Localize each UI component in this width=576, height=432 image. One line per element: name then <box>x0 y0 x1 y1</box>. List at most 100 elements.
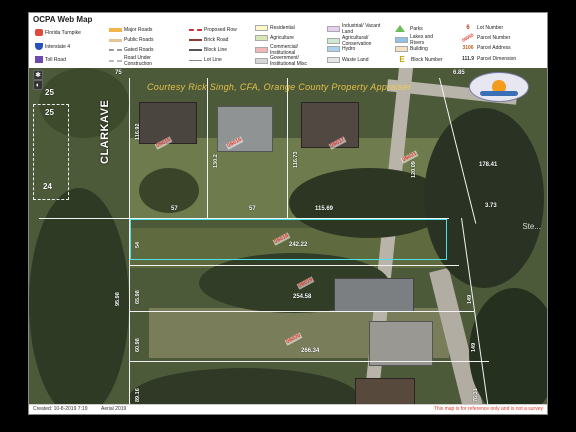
legend-item-parcel-dimension: 111.9 Parcel Dimension <box>461 56 516 62</box>
map-tool-button[interactable]: ◐ <box>33 80 43 90</box>
legend-label: Lot Line <box>204 57 222 63</box>
legend-label: Lakes and Rivers <box>410 34 434 46</box>
seal-wave-icon <box>480 91 518 96</box>
vertical-dimension-label: 60.98 <box>135 338 141 352</box>
lot-line <box>129 265 459 266</box>
vertical-dimension-label: 54 <box>135 241 141 248</box>
vertical-dimension-label: 95.98 <box>115 292 121 306</box>
left-lot-label: 25 <box>45 88 54 97</box>
vertical-dimension-label: 130.2 <box>213 154 219 168</box>
interstate-shield-icon <box>35 43 43 50</box>
left-lot-label: 25 <box>45 108 54 117</box>
legend-label: Government/ Institutional Misc <box>270 55 307 67</box>
legend-label: Waste Land <box>342 57 369 63</box>
dimension-label: 57 <box>171 206 178 212</box>
public-road-line-icon <box>109 38 122 42</box>
legend-item-block-number: E Block Number <box>395 55 443 64</box>
legend-label: Parks <box>410 25 423 32</box>
building-swatch-icon <box>395 46 408 52</box>
lake-swatch-icon <box>395 37 408 43</box>
proposed-row-line-icon <box>189 29 202 31</box>
property-appraiser-seal <box>469 72 529 102</box>
vertical-dimension-label: 116.92 <box>135 123 141 140</box>
house-roof <box>334 278 414 312</box>
legend-item-gated-roads: Gated Roads <box>109 47 153 53</box>
aerial-map[interactable]: Courtesy Rick Singh, CFA, Orange County … <box>29 68 547 414</box>
dimension-label: 115.69 <box>315 206 334 212</box>
legend-item-government: Government/ Institutional Misc <box>255 55 314 67</box>
legend-item-parks: Parks <box>395 25 423 32</box>
parcel-address-sample: 3106 <box>462 45 474 51</box>
legend-label: Residential <box>270 25 295 31</box>
legend-label: Interstate 4 <box>45 43 71 50</box>
legend-label: Proposed Row <box>204 27 237 33</box>
toll-road-icon <box>35 56 43 63</box>
dimension-label: 3.73 <box>485 203 497 209</box>
legend-label: Agriculture <box>270 35 294 41</box>
legend-item-public-roads: Public Roads <box>109 37 153 43</box>
legend-item-residential: Residential <box>255 25 295 31</box>
vertical-dimension-label: 65.98 <box>135 290 141 304</box>
legend-label: Lot Number <box>477 25 504 31</box>
legend-item-lot-line: Lot Line <box>189 57 222 63</box>
street-name-label: CLARKAVE <box>99 99 111 164</box>
tree-canopy <box>139 168 199 213</box>
legend-item-building: Building <box>395 46 428 52</box>
legend-label: Block Line <box>204 47 228 53</box>
map-legend: OCPA Web Map Florida Turnpike Interstate… <box>29 13 547 69</box>
house-roof <box>369 321 433 366</box>
block-line-icon <box>189 49 202 51</box>
legend-label: Parcel Dimension <box>477 56 517 62</box>
stellar-watermark: Ste... <box>522 222 541 231</box>
legend-label: Building <box>410 46 428 52</box>
dimension-label: 6.85 <box>453 70 465 76</box>
lot-line <box>129 361 489 362</box>
residential-swatch-icon <box>255 25 268 31</box>
legend-title: OCPA Web Map <box>33 15 93 24</box>
lot-line <box>129 311 474 312</box>
map-frame: OCPA Web Map Florida Turnpike Interstate… <box>28 12 548 415</box>
park-triangle-icon <box>395 25 405 32</box>
legend-label: Hydro <box>342 46 356 52</box>
dimension-label: 57 <box>249 206 256 212</box>
turnpike-shield-icon <box>35 29 43 36</box>
parcel-dimension-sample: 111.9 <box>462 56 474 62</box>
agriculture-swatch-icon <box>255 35 268 41</box>
major-road-line-icon <box>109 28 122 32</box>
dimension-label: 242.22 <box>289 242 308 248</box>
house-roof <box>301 102 359 148</box>
legend-item-block-line: Block Line <box>189 47 227 53</box>
legend-item-proposed-row: Proposed Row <box>189 27 237 33</box>
legend-item-parcel-number: 06055 Parcel Number <box>461 32 510 43</box>
vertical-dimension-label: 149 <box>471 342 477 352</box>
legend-label: Toll Road <box>45 56 66 63</box>
vertical-dimension-label: 76.31 <box>473 388 479 402</box>
vertical-dimension-label: 120.09 <box>411 161 417 178</box>
lot-line-icon <box>189 59 202 61</box>
toggle-icon: ◐ <box>35 82 41 89</box>
tree-canopy <box>424 108 544 288</box>
legend-item-toll-road: Toll Road <box>35 56 66 63</box>
legend-label: Block Number <box>411 57 443 63</box>
lot-number-sample: 6 <box>466 25 470 31</box>
left-lot-label: 24 <box>43 182 52 191</box>
block-number-sample: E <box>399 55 405 64</box>
lot-line <box>287 78 288 218</box>
legend-item-industrial: Industrial/ Vacant Land <box>327 23 386 35</box>
dimension-label: 178.41 <box>479 162 498 168</box>
legend-label: Industrial/ Vacant Land <box>342 23 381 35</box>
hydro-swatch-icon <box>327 46 340 52</box>
commercial-swatch-icon <box>255 47 268 53</box>
gated-road-line-icon <box>109 49 122 51</box>
map-disclaimer: This map is for reference only and is no… <box>433 406 543 412</box>
legend-label: Brick Road <box>204 37 229 43</box>
lot-line <box>207 78 208 218</box>
dimension-label: 254.58 <box>293 294 312 300</box>
selected-parcel[interactable] <box>130 219 447 260</box>
legend-item-waste-land: Waste Land <box>327 57 369 63</box>
created-date: Created: 10-8-2019 7:19 <box>33 406 88 412</box>
legend-item-lot-number: 6 Lot Number <box>461 25 503 31</box>
legend-item-lakes-rivers: Lakes and Rivers <box>395 34 440 46</box>
industrial-swatch-icon <box>327 26 340 32</box>
map-tool-button[interactable]: ✱ <box>33 70 43 80</box>
